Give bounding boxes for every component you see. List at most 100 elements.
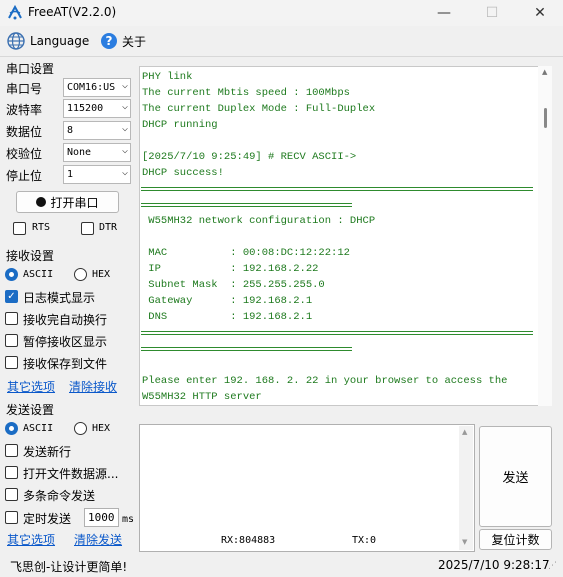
- serial-section-title: 串口设置: [6, 62, 55, 76]
- multi-command-checkbox[interactable]: [5, 488, 18, 501]
- send-scrollbar[interactable]: ▲ ▼: [459, 426, 473, 550]
- status-dot-icon: [36, 197, 47, 207]
- recv-hex-label: HEX: [92, 269, 111, 280]
- timed-send-checkbox[interactable]: [5, 511, 18, 524]
- separator-rule: [141, 203, 352, 207]
- terminal-line: DHCP success!: [142, 167, 224, 179]
- file-source-label: 打开文件数据源...: [23, 467, 119, 481]
- toolbar: Language ? 关于: [0, 27, 563, 55]
- separator-rule: [141, 187, 533, 191]
- stop-bits-select[interactable]: 1 ⌵: [63, 165, 131, 184]
- send-ascii-radio[interactable]: [5, 422, 18, 435]
- status-slogan: 飞思创-让设计更简单!: [10, 560, 128, 574]
- log-mode-checkbox[interactable]: ✓: [5, 290, 18, 303]
- chevron-down-icon: ⌵: [121, 101, 128, 112]
- parity-select[interactable]: None ⌵: [63, 143, 131, 162]
- send-newline-label: 发送新行: [23, 445, 72, 459]
- reset-count-button[interactable]: 复位计数: [479, 529, 552, 550]
- checkmark-icon: ✓: [7, 290, 16, 302]
- terminal-line: MAC : 00:08:DC:12:22:12: [142, 247, 350, 259]
- chevron-down-icon: ⌵: [121, 145, 128, 156]
- port-label: 串口号: [6, 82, 43, 96]
- interval-input[interactable]: 1000: [84, 508, 119, 527]
- pause-display-label: 暂停接收区显示: [23, 335, 108, 349]
- about-button[interactable]: ? 关于: [100, 29, 146, 53]
- rx-counter: RX:804883: [221, 535, 276, 546]
- language-button[interactable]: Language: [6, 29, 89, 53]
- dtr-checkbox[interactable]: [81, 222, 94, 235]
- svg-text:?: ?: [106, 34, 113, 48]
- minimize-button[interactable]: —: [421, 0, 467, 26]
- chevron-down-icon: ⌵: [121, 123, 128, 134]
- save-to-file-label: 接收保存到文件: [23, 357, 108, 371]
- baud-select[interactable]: 115200 ⌵: [63, 99, 131, 118]
- open-port-button[interactable]: 打开串口: [16, 191, 119, 213]
- parity-label: 校验位: [6, 147, 43, 161]
- separator-rule: [141, 331, 533, 335]
- stop-bits-value: 1: [67, 169, 74, 180]
- terminal-line: [2025/7/10 9:25:49] # RECV ASCII->: [142, 151, 357, 163]
- send-hex-radio[interactable]: [74, 422, 87, 435]
- open-port-label: 打开串口: [50, 195, 99, 210]
- port-value: COM16:US: [67, 82, 116, 93]
- terminal-line: DNS : 192.168.2.1: [142, 311, 313, 323]
- reset-count-label: 复位计数: [491, 533, 540, 547]
- interval-unit: ms: [122, 514, 135, 525]
- send-newline-checkbox[interactable]: [5, 444, 18, 457]
- save-to-file-checkbox[interactable]: [5, 356, 18, 369]
- send-button[interactable]: 发送: [479, 426, 552, 527]
- close-button[interactable]: ✕: [517, 0, 563, 26]
- resize-grip-icon[interactable]: ⋰: [548, 561, 557, 571]
- terminal-line: DHCP running: [142, 119, 218, 131]
- send-input[interactable]: [139, 424, 475, 552]
- port-select[interactable]: COM16:US ⌵: [63, 78, 131, 97]
- scroll-up-icon: ▲: [462, 428, 468, 436]
- status-clock: 2025/7/10 9:28:17: [438, 558, 550, 572]
- pause-display-checkbox[interactable]: [5, 334, 18, 347]
- multi-command-label: 多条命令发送: [23, 489, 96, 503]
- recv-hex-radio[interactable]: [74, 268, 87, 281]
- dtr-label: DTR: [99, 222, 118, 233]
- minimize-icon: —: [437, 5, 451, 21]
- send-ascii-label: ASCII: [23, 423, 54, 434]
- globe-icon: [7, 32, 25, 50]
- toolbar-divider: [0, 56, 563, 57]
- app-logo-icon: [8, 4, 22, 20]
- send-section-title: 发送设置: [6, 403, 55, 417]
- rts-checkbox[interactable]: [13, 222, 26, 235]
- recv-more-options-link[interactable]: 其它选项: [7, 378, 55, 395]
- send-more-options-link[interactable]: 其它选项: [7, 531, 55, 548]
- scroll-up-icon: ▲: [542, 68, 548, 76]
- receive-scrollbar[interactable]: ▲: [538, 66, 552, 406]
- maximize-button[interactable]: ☐: [469, 0, 515, 26]
- baud-label: 波特率: [6, 103, 43, 117]
- receive-terminal[interactable]: PHY link The current Mbtis speed : 100Mbp…: [139, 66, 552, 406]
- recv-ascii-radio[interactable]: [5, 268, 18, 281]
- terminal-line: The current Mbtis speed : 100Mbps: [142, 87, 350, 99]
- terminal-line: W55MH32 HTTP server: [142, 391, 262, 403]
- status-bar: 飞思创-让设计更简单! 2025/7/10 9:28:17 ⋰: [0, 553, 563, 577]
- clear-receive-link[interactable]: 清除接收: [69, 378, 117, 395]
- chevron-down-icon: ⌵: [121, 167, 128, 178]
- language-label: Language: [30, 34, 90, 48]
- rts-label: RTS: [32, 222, 51, 233]
- auto-newline-checkbox[interactable]: [5, 312, 18, 325]
- scroll-thumb[interactable]: [544, 108, 547, 128]
- timed-send-label: 定时发送: [23, 512, 72, 526]
- send-button-label: 发送: [502, 471, 529, 486]
- data-bits-select[interactable]: 8 ⌵: [63, 121, 131, 140]
- clear-send-link[interactable]: 清除发送: [74, 531, 122, 548]
- terminal-line: Gateway : 192.168.2.1: [142, 295, 313, 307]
- parity-value: None: [67, 147, 92, 158]
- help-icon: ?: [101, 33, 117, 49]
- terminal-line: Please enter 192. 168. 2. 22 in your bro…: [142, 375, 508, 387]
- close-icon: ✕: [534, 5, 546, 21]
- about-label: 关于: [122, 34, 147, 49]
- data-bits-value: 8: [67, 125, 74, 136]
- file-source-checkbox[interactable]: [5, 466, 18, 479]
- terminal-line: W55MH32 network configuration : DHCP: [142, 215, 376, 227]
- maximize-icon: ☐: [485, 5, 499, 21]
- terminal-line: Subnet Mask : 255.255.255.0: [142, 279, 325, 291]
- data-bits-label: 数据位: [6, 125, 43, 139]
- baud-value: 115200: [67, 103, 104, 114]
